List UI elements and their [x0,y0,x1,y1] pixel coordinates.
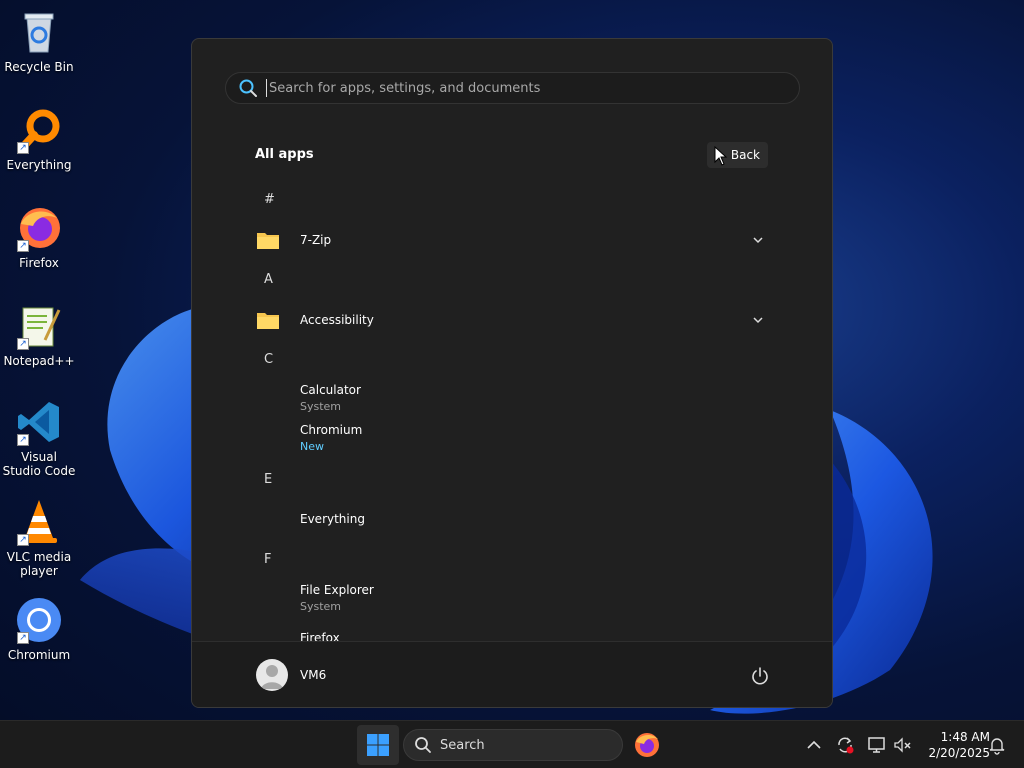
app-item-file-explorer[interactable]: File Explorer System [252,579,772,615]
search-icon [239,79,257,97]
app-item-chromium[interactable]: Chromium New [252,419,772,455]
mouse-cursor-icon [714,146,728,166]
start-search-input[interactable] [269,80,799,96]
app-name: Firefox [300,631,340,641]
taskbar-search-label: Search [440,737,485,753]
all-apps-list[interactable]: # 7-Zip A Accessibility C Calculator Sys… [192,179,832,641]
desktop-icon-chromium[interactable]: ↗ Chromium [2,596,76,662]
desktop-icon-label: VLC media player [6,550,72,578]
desktop-icon-label: Recycle Bin [4,60,74,74]
desktop-icon-label: Chromium [7,648,71,662]
sync-icon[interactable] [835,735,855,755]
section-letter-a[interactable]: A [264,272,273,287]
network-icon[interactable] [867,735,887,755]
start-button[interactable] [357,725,399,765]
desktop-icon-vlc[interactable]: ↗ VLC media player [2,498,76,578]
desktop-icon-label: Visual Studio Code [2,450,76,478]
folder-icon [257,313,279,329]
start-menu-footer: VM6 [192,641,832,707]
start-search-box[interactable] [225,72,800,104]
desktop-icon-recycle-bin[interactable]: Recycle Bin [2,8,76,74]
chevron-up-icon[interactable] [804,735,824,755]
back-button-label: Back [730,148,760,162]
app-item-firefox[interactable]: Firefox [252,619,772,641]
search-icon [415,737,431,753]
taskbar-firefox-icon[interactable] [633,731,661,759]
section-letter-f[interactable]: F [264,552,271,567]
power-icon[interactable] [750,666,770,686]
user-name[interactable]: VM6 [300,668,326,682]
text-caret [266,79,267,97]
app-subtitle: System [300,400,342,413]
app-item-everything[interactable]: Everything [252,501,772,537]
user-icon [261,665,283,689]
new-badge: New [300,440,324,453]
desktop-icon-label: Firefox [19,256,59,270]
app-subtitle: System [300,600,342,613]
chevron-down-icon[interactable] [752,234,764,246]
desktop-icon-firefox[interactable]: ↗ Firefox [2,204,76,270]
app-name: 7-Zip [300,233,332,247]
shortcut-arrow-icon: ↗ [17,632,29,644]
app-folder-accessibility[interactable]: Accessibility [252,302,772,338]
folder-icon [257,233,279,249]
app-item-calculator[interactable]: Calculator System [252,379,772,415]
shortcut-arrow-icon: ↗ [17,142,29,154]
notification-bell-icon[interactable] [987,735,1007,755]
user-avatar[interactable] [256,659,288,691]
section-letter-hash[interactable]: # [264,192,275,207]
taskbar-clock[interactable]: 1:48 AM 2/20/2025 [916,729,990,761]
shortcut-arrow-icon: ↗ [17,534,29,546]
shortcut-arrow-icon: ↗ [17,240,29,252]
windows-logo-icon [367,734,389,756]
desktop-icon-everything[interactable]: ↗ Everything [2,106,76,172]
shortcut-arrow-icon: ↗ [17,434,29,446]
section-letter-c[interactable]: C [264,352,273,367]
desktop-icon-vscode[interactable]: ↗ Visual Studio Code [2,398,76,478]
app-name: Accessibility [300,313,374,327]
app-name: File Explorer [300,583,374,597]
app-folder-7zip[interactable]: 7-Zip [252,222,772,258]
app-name: Calculator [300,383,361,397]
recycle-bin-icon [24,13,54,53]
shortcut-arrow-icon: ↗ [17,338,29,350]
clock-date: 2/20/2025 [928,746,990,760]
start-menu: All apps Back # 7-Zip A Accessibility [191,38,833,708]
app-name: Everything [300,512,365,526]
desktop-icon-label: Everything [6,158,72,172]
taskbar: Search 1:48 AM 2/20/2025 [0,720,1024,768]
chevron-down-icon[interactable] [752,314,764,326]
all-apps-title: All apps [255,147,314,162]
desktop-icon-label: Notepad++ [3,354,75,368]
section-letter-e[interactable]: E [264,472,272,487]
desktop-icon-notepadpp[interactable]: ↗ Notepad++ [2,302,76,368]
taskbar-search[interactable]: Search [403,729,623,761]
volume-muted-icon[interactable] [893,735,913,755]
clock-time: 1:48 AM [940,730,990,744]
app-name: Chromium [300,423,363,437]
